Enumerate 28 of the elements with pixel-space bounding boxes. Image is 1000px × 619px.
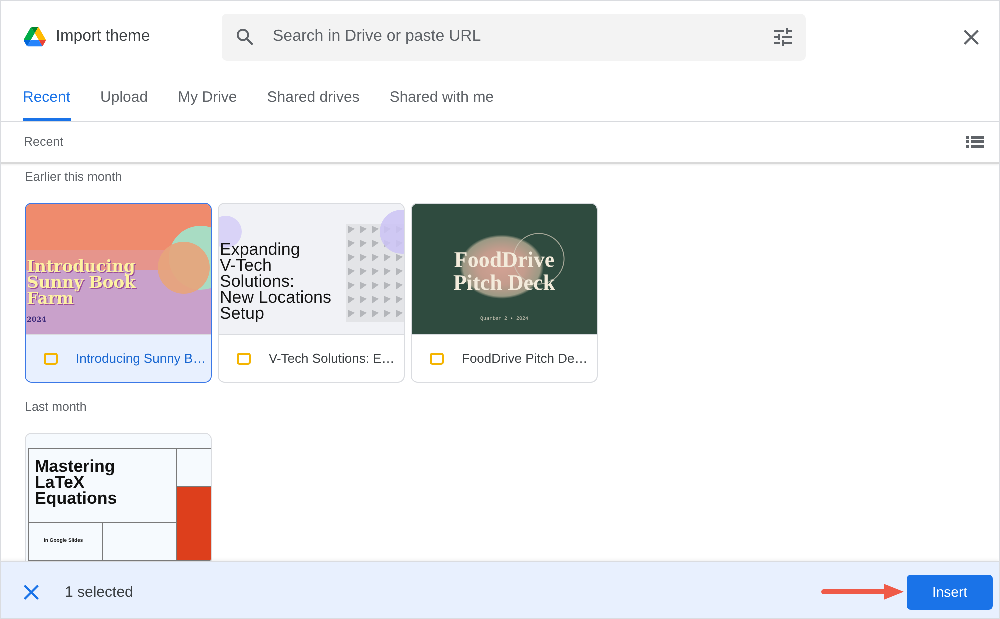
file-name: V-Tech Solutions: E…: [269, 351, 395, 366]
section-heading: Earlier this month: [25, 170, 122, 185]
search-bar[interactable]: Search in Drive or paste URL: [222, 14, 806, 60]
presentation-icon: [430, 352, 444, 364]
search-input[interactable]: Search in Drive or paste URL: [273, 27, 762, 47]
section-heading: Last month: [25, 400, 87, 415]
insert-button[interactable]: Insert: [907, 574, 993, 610]
breadcrumb-label: Recent: [24, 135, 64, 149]
slide-title: Expanding V-Tech Solutions: New Locations Setup: [220, 242, 332, 322]
presentation-icon: [44, 352, 58, 364]
list-view-icon[interactable]: [966, 136, 984, 148]
close-icon[interactable]: [24, 584, 39, 600]
tab[interactable]: Shared with me: [390, 73, 494, 121]
file-name: FoodDrive Pitch De…: [462, 351, 588, 366]
slide-title: Mastering LaTeX Equations: [35, 459, 118, 507]
tab[interactable]: Shared drives: [267, 73, 360, 121]
dialog-title: Import theme: [56, 28, 150, 46]
file-name: Introducing Sunny B…: [76, 351, 206, 366]
sliders-icon[interactable]: [774, 28, 792, 46]
tab[interactable]: Upload: [100, 73, 148, 121]
search-icon: [237, 28, 254, 46]
drive-logo-icon: [24, 27, 46, 47]
presentation-icon: [237, 352, 251, 364]
tab[interactable]: Recent: [23, 73, 71, 121]
close-icon[interactable]: [964, 30, 979, 44]
selection-count: 1 selected: [65, 584, 134, 600]
file-card[interactable]: Expanding V-Tech Solutions: New Locations Setup V-Tech Solutions: E…: [218, 203, 405, 383]
tab[interactable]: My Drive: [178, 73, 238, 121]
